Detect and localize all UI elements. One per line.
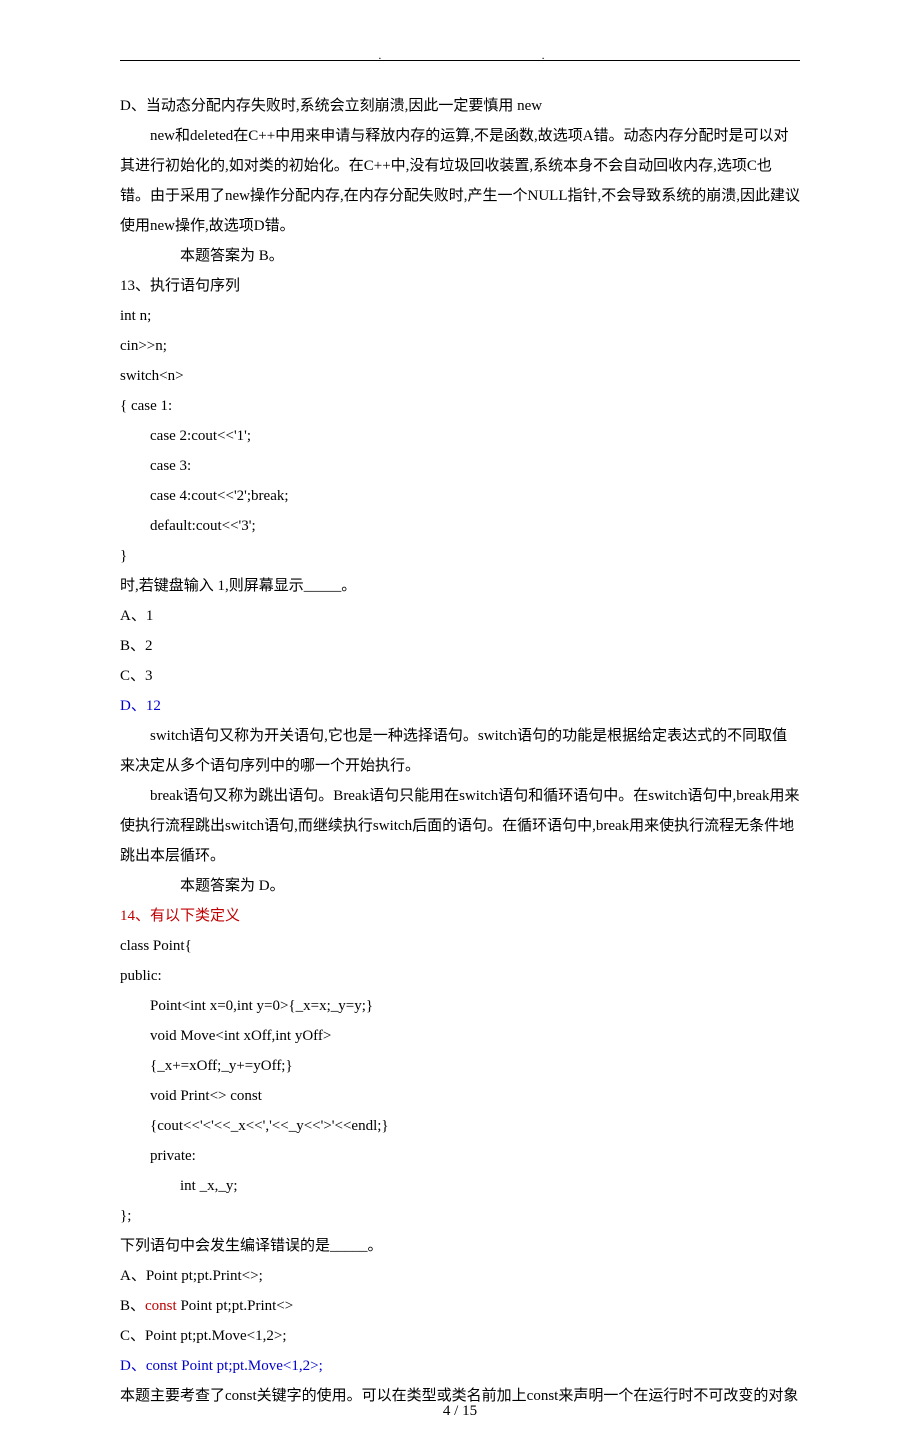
answer-12: 本题答案为 B。 (120, 241, 800, 271)
q14-b-post: Point pt;pt.Print<> (177, 1298, 294, 1314)
q14-code: int _x,_y; (120, 1171, 800, 1201)
answer-text: 本题答案为 D。 (120, 878, 285, 894)
q13-code: int n; (120, 301, 800, 331)
q13-explanation2: break语句又称为跳出语句。Break语句只能用在switch语句和循环语句中… (120, 781, 800, 871)
q13-code: case 4:cout<<'2';break; (120, 481, 800, 511)
option-d: D、当动态分配内存失败时,系统会立刻崩溃,因此一定要慎用 new (120, 91, 800, 121)
q14-code: void Print<> const (120, 1081, 800, 1111)
q14-prompt: 下列语句中会发生编译错误的是_____。 (120, 1231, 800, 1261)
q14-option-a: A、Point pt;pt.Print<>; (120, 1261, 800, 1291)
q14-option-c: C、Point pt;pt.Move<1,2>; (120, 1321, 800, 1351)
answer-text: 本题答案为 B。 (120, 248, 284, 264)
q13-option-b: B、2 (120, 631, 800, 661)
q13-code: case 2:cout<<'1'; (120, 421, 800, 451)
q13-option-c: C、3 (120, 661, 800, 691)
q13-code: default:cout<<'3'; (120, 511, 800, 541)
answer-13: 本题答案为 D。 (120, 871, 800, 901)
q13-code: { case 1: (120, 391, 800, 421)
q13-code: cin>>n; (120, 331, 800, 361)
page-number: 4 / 15 (0, 1396, 920, 1426)
q14-code: public: (120, 961, 800, 991)
q14-b-const: const (145, 1298, 177, 1314)
q14-code: void Move<int xOff,int yOff> (120, 1021, 800, 1051)
header-dot: . (542, 43, 545, 67)
q14-code: Point<int x=0,int y=0>{_x=x;_y=y;} (120, 991, 800, 1021)
q13-code: } (120, 541, 800, 571)
q13-code: case 3: (120, 451, 800, 481)
q14-code: class Point{ (120, 931, 800, 961)
q14-title: 14、有以下类定义 (120, 901, 800, 931)
q14-code: {cout<<'<'<<_x<<','<<_y<<'>'<<endl;} (120, 1111, 800, 1141)
q14-code: {_x+=xOff;_y+=yOff;} (120, 1051, 800, 1081)
explanation-12: new和deleted在C++中用来申请与释放内存的运算,不是函数,故选项A错。… (120, 121, 800, 241)
q13-code: switch<n> (120, 361, 800, 391)
q14-code: private: (120, 1141, 800, 1171)
q14-option-b: B、const Point pt;pt.Print<> (120, 1291, 800, 1321)
q14-option-d: D、const Point pt;pt.Move<1,2>; (120, 1351, 800, 1381)
q13-title: 13、执行语句序列 (120, 271, 800, 301)
q13-option-d: D、12 (120, 691, 800, 721)
q13-option-a: A、1 (120, 601, 800, 631)
header-rule: . . (120, 60, 800, 61)
q13-explanation1: switch语句又称为开关语句,它也是一种选择语句。switch语句的功能是根据… (120, 721, 800, 781)
document-content: D、当动态分配内存失败时,系统会立刻崩溃,因此一定要慎用 new new和del… (120, 91, 800, 1411)
header-dot: . (378, 43, 381, 67)
q14-code: }; (120, 1201, 800, 1231)
q14-b-pre: B、 (120, 1298, 145, 1314)
q13-prompt: 时,若键盘输入 1,则屏幕显示_____。 (120, 571, 800, 601)
